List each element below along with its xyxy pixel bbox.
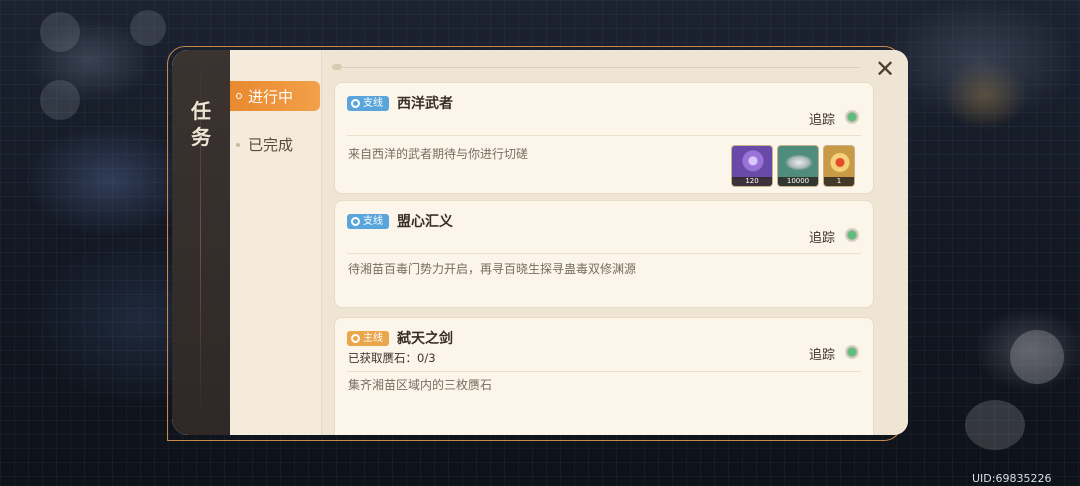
track-toggle[interactable] [845, 345, 859, 359]
track-toggle[interactable] [845, 110, 859, 124]
tab-label: 进行中 [248, 87, 294, 106]
tab-dot-icon [236, 93, 242, 99]
reward-coin-pile-icon[interactable]: 10000 [777, 145, 819, 187]
track-label: 追踪 [808, 113, 835, 128]
tag-ring-icon [351, 334, 360, 343]
gold-medal-icon [824, 146, 854, 179]
tab-dot-icon [236, 143, 240, 147]
background-icon-blur [40, 12, 80, 52]
reward-qty: 10000 [778, 177, 818, 186]
quest-panel: 任务 进行中 已完成 ✕ 支线 西洋武者 追踪 来自西洋的武者期待与你进行切磋 … [172, 50, 908, 435]
tab-column: 进行中 已完成 [230, 50, 322, 435]
background-icon-blur [965, 400, 1025, 450]
background-icon-blur [1010, 330, 1064, 384]
quest-card-shitian-zhijian[interactable]: 主线 弑天之剑 已获取赝石：0/3 追踪 集齐湘苗区域内的三枚赝石 [334, 317, 874, 435]
reward-qty: 120 [732, 177, 772, 186]
divider [347, 253, 861, 254]
panel-title: 任务 [191, 99, 211, 149]
tab-completed[interactable]: 已完成 [236, 134, 294, 155]
tab-label: 已完成 [248, 136, 294, 154]
quest-type-tag: 主线 [347, 331, 389, 346]
track-label: 追踪 [808, 231, 835, 246]
background-icon-blur [40, 80, 80, 120]
close-icon[interactable]: ✕ [872, 56, 898, 82]
quest-title: 西洋武者 [397, 96, 453, 112]
quest-description: 来自西洋的武者期待与你进行切磋 [348, 147, 529, 161]
divider [347, 371, 861, 372]
divider [347, 135, 861, 136]
quest-card-mengxin-huiyi[interactable]: 支线 盟心汇义 追踪 待湘苗百毒门势力开启，再寻百晓生探寻蛊毒双修渊源 [334, 200, 874, 308]
reward-qty: 1 [824, 177, 854, 186]
quest-description: 集齐湘苗区域内的三枚赝石 [348, 378, 493, 392]
tag-ring-icon [351, 217, 360, 226]
purple-crystal-icon [732, 146, 772, 179]
quest-type-tag: 支线 [347, 214, 389, 229]
quest-title: 盟心汇义 [397, 214, 453, 230]
reward-purple-crystal-icon[interactable]: 120 [731, 145, 773, 187]
background-icon-blur [130, 10, 166, 46]
quest-type-tag: 支线 [347, 96, 389, 111]
tab-in-progress[interactable]: 进行中 [230, 81, 320, 111]
quest-description: 待湘苗百毒门势力开启，再寻百晓生探寻蛊毒双修渊源 [348, 262, 637, 276]
track-toggle[interactable] [845, 228, 859, 242]
tag-ring-icon [351, 99, 360, 108]
scroll-track [340, 67, 860, 68]
uid-label: UID:69835226 [972, 472, 1052, 485]
track-label: 追踪 [808, 348, 835, 363]
quest-title: 弑天之剑 [397, 331, 453, 347]
coin-pile-icon [778, 146, 818, 179]
title-sidebar: 任务 [172, 50, 230, 435]
quest-progress: 已获取赝石：0/3 [348, 351, 436, 365]
reward-gold-medal-icon[interactable]: 1 [823, 145, 855, 187]
